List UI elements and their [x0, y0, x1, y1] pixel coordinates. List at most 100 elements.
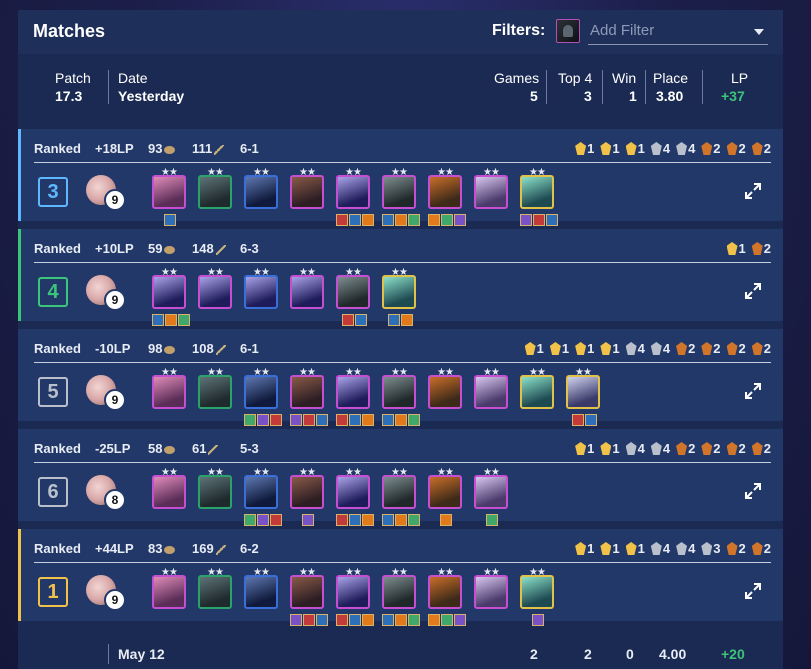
item-icon[interactable]	[382, 414, 394, 426]
unit-portrait[interactable]: ★★	[336, 168, 374, 226]
trait-badge[interactable]: 1	[549, 341, 569, 356]
item-icon[interactable]	[336, 614, 348, 626]
trait-badge[interactable]: 2	[701, 141, 721, 156]
trait-badge[interactable]: 2	[726, 541, 746, 556]
unit-portrait[interactable]: ★★	[152, 368, 186, 409]
item-icon[interactable]	[349, 514, 361, 526]
item-icon[interactable]	[408, 614, 420, 626]
item-icon[interactable]	[342, 314, 354, 326]
item-icon[interactable]	[290, 414, 302, 426]
unit-portrait[interactable]: ★★	[152, 268, 190, 326]
item-icon[interactable]	[355, 314, 367, 326]
unit-portrait[interactable]: ★★	[336, 368, 374, 426]
item-icon[interactable]	[316, 414, 328, 426]
unit-portrait[interactable]: ★★	[428, 168, 466, 226]
trait-badge[interactable]: 4	[676, 541, 695, 556]
item-icon[interactable]	[454, 214, 466, 226]
unit-portrait[interactable]: ★★	[152, 568, 186, 609]
item-icon[interactable]	[428, 614, 440, 626]
item-icon[interactable]	[441, 214, 453, 226]
unit-portrait[interactable]: ★★	[198, 268, 232, 309]
trait-badge[interactable]: 2	[726, 141, 746, 156]
item-icon[interactable]	[303, 614, 315, 626]
trait-badge[interactable]: 4	[625, 441, 645, 456]
trait-badge[interactable]: 2	[751, 541, 771, 556]
match-row[interactable]: Ranked +44LP 83 169 6-2 1 1 1 4 4 3 2 2 1 9 ★★ ★★ ★★ ★★ ★★ ★…	[18, 529, 783, 626]
item-icon[interactable]	[533, 214, 545, 226]
trait-badge[interactable]: 1	[600, 341, 620, 356]
trait-badge[interactable]: 2	[751, 341, 771, 356]
item-icon[interactable]	[395, 614, 407, 626]
unit-portrait[interactable]: ★★	[198, 168, 232, 209]
unit-portrait[interactable]: ★★	[244, 268, 278, 309]
item-icon[interactable]	[349, 614, 361, 626]
item-icon[interactable]	[336, 214, 348, 226]
trait-badge[interactable]: 1	[600, 141, 620, 156]
unit-portrait[interactable]: ★★	[474, 368, 508, 409]
date-group-row[interactable]: May 12 2 2 0 4.00 +20	[18, 642, 783, 669]
trait-badge[interactable]: 4	[650, 441, 670, 456]
item-icon[interactable]	[362, 514, 374, 526]
item-icon[interactable]	[349, 414, 361, 426]
trait-badge[interactable]: 2	[751, 141, 771, 156]
item-icon[interactable]	[408, 514, 420, 526]
unit-portrait[interactable]: ★★	[336, 468, 374, 526]
trait-badge[interactable]: 1	[575, 341, 594, 356]
trait-badge[interactable]: 4	[650, 541, 670, 556]
item-icon[interactable]	[454, 614, 466, 626]
unit-portrait[interactable]: ★★	[336, 268, 370, 326]
item-icon[interactable]	[164, 214, 176, 226]
unit-portrait[interactable]: ★★	[198, 568, 232, 609]
item-icon[interactable]	[408, 414, 420, 426]
unit-portrait[interactable]: ★★	[244, 168, 278, 209]
item-icon[interactable]	[395, 214, 407, 226]
item-icon[interactable]	[270, 414, 282, 426]
item-icon[interactable]	[428, 214, 440, 226]
unit-portrait[interactable]: ★★	[520, 168, 558, 226]
item-icon[interactable]	[520, 214, 532, 226]
unit-portrait[interactable]: ★★	[428, 568, 466, 626]
unit-portrait[interactable]: ★★	[336, 568, 374, 626]
item-icon[interactable]	[165, 314, 177, 326]
trait-badge[interactable]: 1	[600, 541, 620, 556]
expand-icon[interactable]	[745, 383, 761, 399]
unit-portrait[interactable]: ★★	[382, 468, 420, 526]
unit-portrait[interactable]: ★★	[198, 368, 232, 409]
item-icon[interactable]	[382, 514, 394, 526]
expand-icon[interactable]	[745, 283, 761, 299]
trait-badge[interactable]: 2	[726, 341, 746, 356]
match-row[interactable]: Ranked -10LP 98 108 6-1 1 1 1 1 4 4 2 2 2 2 5 9 ★★ ★★ ★★ ★★ ★…	[18, 329, 783, 426]
item-icon[interactable]	[585, 414, 597, 426]
unit-portrait[interactable]: ★★	[290, 268, 324, 309]
unit-portrait[interactable]: ★★	[382, 368, 420, 426]
expand-icon[interactable]	[745, 183, 761, 199]
item-icon[interactable]	[270, 514, 282, 526]
item-icon[interactable]	[532, 614, 544, 626]
item-icon[interactable]	[336, 414, 348, 426]
trait-badge[interactable]: 1	[600, 441, 620, 456]
trait-badge[interactable]: 4	[676, 141, 695, 156]
trait-badge[interactable]: 2	[751, 241, 771, 256]
trait-badge[interactable]: 2	[676, 341, 695, 356]
item-icon[interactable]	[546, 214, 558, 226]
add-filter-dropdown[interactable]: Add Filter	[588, 18, 768, 45]
item-icon[interactable]	[395, 514, 407, 526]
expand-icon[interactable]	[745, 583, 761, 599]
item-icon[interactable]	[486, 514, 498, 526]
item-icon[interactable]	[244, 514, 256, 526]
match-row[interactable]: Ranked +18LP 93 111 6-1 1 1 1 4 4 2 2 2 3 9 ★★ ★★ ★★ ★★ ★★ ★…	[18, 129, 783, 226]
unit-portrait[interactable]: ★★	[290, 168, 324, 209]
unit-portrait[interactable]: ★★	[382, 268, 416, 326]
trait-badge[interactable]: 1	[726, 241, 746, 256]
unit-portrait[interactable]: ★★	[290, 568, 328, 626]
trait-badge[interactable]: 1	[575, 141, 594, 156]
unit-portrait[interactable]: ★★	[244, 468, 282, 526]
trait-badge[interactable]: 2	[676, 441, 695, 456]
unit-portrait[interactable]: ★★	[566, 368, 600, 426]
unit-portrait[interactable]: ★★	[244, 568, 278, 609]
item-icon[interactable]	[257, 414, 269, 426]
item-icon[interactable]	[362, 214, 374, 226]
trait-badge[interactable]: 1	[575, 541, 594, 556]
unit-portrait[interactable]: ★★	[474, 568, 508, 609]
unit-portrait[interactable]: ★★	[428, 468, 462, 526]
